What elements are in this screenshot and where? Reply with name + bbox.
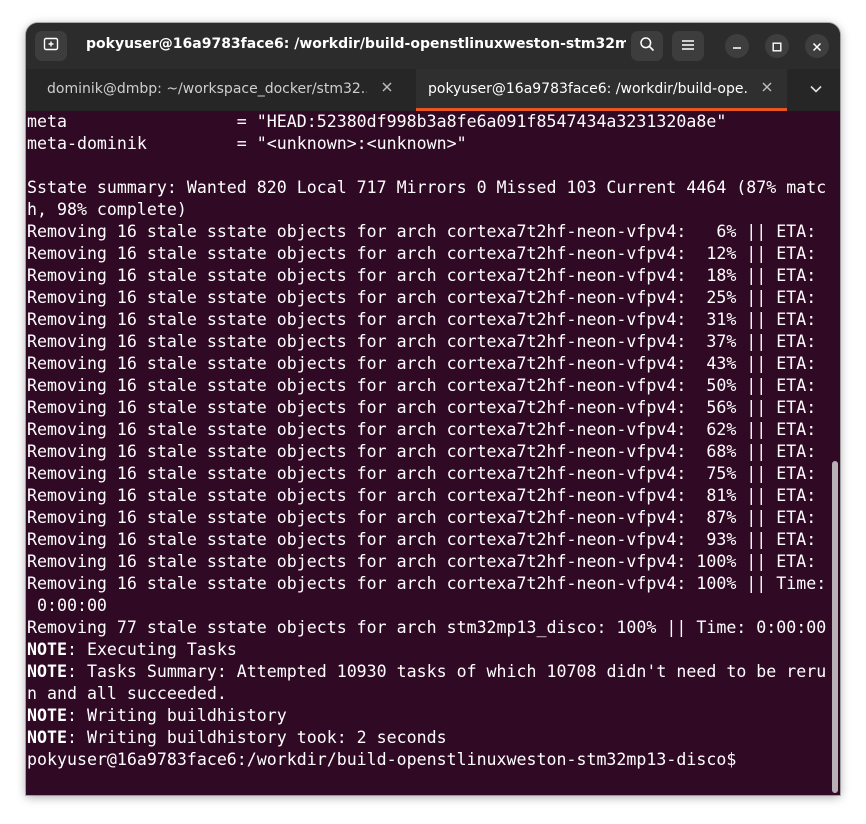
line-text: Removing 16 stale sstate objects for arc…: [27, 288, 817, 307]
terminal-line: NOTE: Executing Tasks: [27, 639, 826, 661]
line-text: Removing 16 stale sstate objects for arc…: [27, 222, 817, 241]
line-text: Removing 16 stale sstate objects for arc…: [27, 266, 817, 285]
tab-close-icon[interactable]: [381, 81, 395, 97]
line-text: : Writing buildhistory took: 2 seconds: [66, 728, 447, 747]
line-text: : Writing buildhistory: [66, 706, 287, 725]
terminal-line: n and all succeeded.: [27, 683, 826, 705]
maximize-icon: [772, 37, 782, 56]
search-button[interactable]: [631, 31, 663, 61]
chevron-down-icon: [809, 81, 823, 100]
line-text: h, 98% complete): [27, 200, 187, 219]
terminal-line: pokyuser@16a9783face6:/workdir/build-ope…: [27, 749, 826, 771]
terminal-line: Removing 16 stale sstate objects for arc…: [27, 419, 826, 441]
line-text: Removing 16 stale sstate objects for arc…: [27, 464, 817, 483]
close-icon: [812, 37, 822, 56]
header-bar: pokyuser@16a9783face6: /workdir/build-op…: [26, 23, 840, 69]
terminal-line: Removing 16 stale sstate objects for arc…: [27, 485, 826, 507]
terminal-lines: meta = "HEAD:52380df998b3a8fe6a091f85474…: [27, 111, 826, 771]
terminal-line: meta = "HEAD:52380df998b3a8fe6a091f85474…: [27, 111, 826, 133]
terminal-line: Removing 16 stale sstate objects for arc…: [27, 309, 826, 331]
tab-label: dominik@dmbp: ~/workspace_docker/stm32..…: [47, 81, 367, 97]
minimize-icon: [732, 37, 742, 56]
terminal-line: Removing 16 stale sstate objects for arc…: [27, 529, 826, 551]
terminal-line: Removing 16 stale sstate objects for arc…: [27, 463, 826, 485]
terminal-line: Removing 16 stale sstate objects for arc…: [27, 573, 826, 595]
line-text: meta = "HEAD:52380df998b3a8fe6a091f85474…: [27, 112, 727, 131]
tab-dominik[interactable]: dominik@dmbp: ~/workspace_docker/stm32..…: [26, 69, 416, 111]
terminal-line: Removing 16 stale sstate objects for arc…: [27, 221, 826, 243]
terminal-line: Removing 16 stale sstate objects for arc…: [27, 287, 826, 309]
line-text: Removing 16 stale sstate objects for arc…: [27, 420, 817, 439]
line-text: Removing 16 stale sstate objects for arc…: [27, 442, 817, 461]
line-text: Removing 16 stale sstate objects for arc…: [27, 376, 817, 395]
line-text: Removing 16 stale sstate objects for arc…: [27, 552, 817, 571]
terminal-line: h, 98% complete): [27, 199, 826, 221]
line-text: Removing 16 stale sstate objects for arc…: [27, 398, 817, 417]
tab-pokyuser[interactable]: pokyuser@16a9783face6: /workdir/build-op…: [416, 69, 787, 111]
terminal-line: Removing 16 stale sstate objects for arc…: [27, 397, 826, 419]
line-text: Removing 77 stale sstate objects for arc…: [27, 618, 827, 637]
close-button[interactable]: [805, 34, 829, 58]
tab-label: pokyuser@16a9783face6: /workdir/build-op…: [428, 81, 748, 97]
terminal-line: NOTE: Tasks Summary: Attempted 10930 tas…: [27, 661, 826, 683]
line-text: Removing 16 stale sstate objects for arc…: [27, 530, 817, 549]
line-text: Removing 16 stale sstate objects for arc…: [27, 310, 817, 329]
terminal-line: Removing 16 stale sstate objects for arc…: [27, 243, 826, 265]
terminal-line: Removing 16 stale sstate objects for arc…: [27, 265, 826, 287]
line-text: : Tasks Summary: Attempted 10930 tasks o…: [66, 662, 827, 681]
line-text: meta-dominik = "<unknown>:<unknown>": [27, 134, 467, 153]
terminal-window: pokyuser@16a9783face6: /workdir/build-op…: [26, 23, 840, 795]
search-icon: [639, 36, 655, 56]
line-text: n and all succeeded.: [27, 684, 227, 703]
terminal-line: Removing 16 stale sstate objects for arc…: [27, 507, 826, 529]
line-text: Sstate summary: Wanted 820 Local 717 Mir…: [27, 178, 827, 197]
note-prefix: NOTE: [27, 640, 67, 659]
terminal-line: NOTE: Writing buildhistory: [27, 705, 826, 727]
line-text: pokyuser@16a9783face6:/workdir/build-ope…: [27, 750, 737, 769]
line-text: Removing 16 stale sstate objects for arc…: [27, 244, 817, 263]
hamburger-menu-icon: [681, 37, 695, 56]
note-prefix: NOTE: [27, 662, 67, 681]
terminal-line: Sstate summary: Wanted 820 Local 717 Mir…: [27, 177, 826, 199]
terminal-line: Removing 16 stale sstate objects for arc…: [27, 551, 826, 573]
terminal-line: NOTE: Writing buildhistory took: 2 secon…: [27, 727, 826, 749]
line-text: Removing 16 stale sstate objects for arc…: [27, 354, 817, 373]
minimize-button[interactable]: [725, 34, 749, 58]
tab-close-icon[interactable]: [761, 81, 775, 97]
menu-button[interactable]: [672, 31, 704, 61]
line-text: Removing 16 stale sstate objects for arc…: [27, 574, 827, 593]
line-text: Removing 16 stale sstate objects for arc…: [27, 486, 817, 505]
terminal-line: Removing 16 stale sstate objects for arc…: [27, 441, 826, 463]
note-prefix: NOTE: [27, 706, 67, 725]
terminal-line: Removing 16 stale sstate objects for arc…: [27, 375, 826, 397]
maximize-button[interactable]: [765, 34, 789, 58]
window-title: pokyuser@16a9783face6: /workdir/build-op…: [86, 36, 626, 52]
line-text: Removing 16 stale sstate objects for arc…: [27, 508, 817, 527]
terminal-output[interactable]: meta = "HEAD:52380df998b3a8fe6a091f85474…: [26, 111, 840, 795]
terminal-line: Removing 16 stale sstate objects for arc…: [27, 353, 826, 375]
line-text: : Executing Tasks: [66, 640, 237, 659]
terminal-scrollbar[interactable]: [832, 461, 838, 793]
terminal-line: Removing 77 stale sstate objects for arc…: [27, 617, 826, 639]
terminal-line: meta-dominik = "<unknown>:<unknown>": [27, 133, 826, 155]
terminal-line: Removing 16 stale sstate objects for arc…: [27, 331, 826, 353]
line-text: Removing 16 stale sstate objects for arc…: [27, 332, 817, 351]
tab-bar: dominik@dmbp: ~/workspace_docker/stm32..…: [26, 69, 840, 111]
new-tab-icon: [43, 36, 59, 56]
note-prefix: NOTE: [27, 728, 67, 747]
tab-overflow-button[interactable]: [809, 81, 823, 100]
line-text: 0:00:00: [27, 596, 107, 615]
new-tab-button[interactable]: [35, 31, 67, 61]
terminal-line: 0:00:00: [27, 595, 826, 617]
